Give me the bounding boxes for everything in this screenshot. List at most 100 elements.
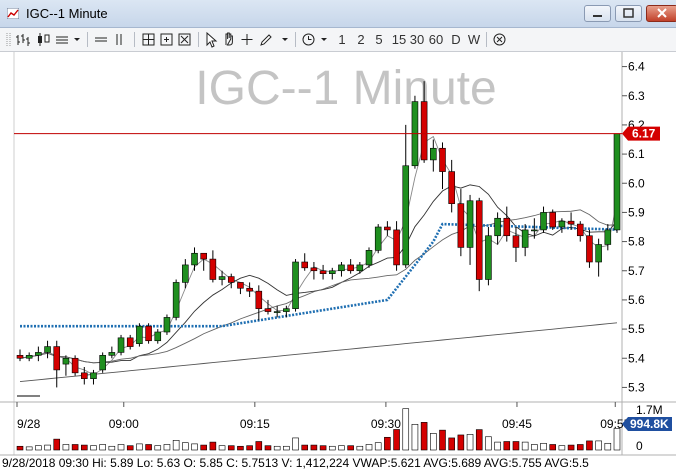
volume-bar: [567, 444, 575, 451]
volume-bar: [338, 445, 345, 451]
candle-body: [126, 337, 134, 347]
cancel-circle-icon[interactable]: [492, 31, 507, 48]
candle-body: [338, 264, 345, 272]
volume-bar: [71, 444, 79, 451]
volume-bar: [512, 441, 520, 451]
candle-body: [393, 229, 400, 266]
candle-body: [44, 346, 51, 353]
interval-2m[interactable]: 2: [356, 31, 366, 48]
volume-bar: [35, 445, 42, 451]
volume-bar: [411, 423, 419, 451]
volume-bar: [209, 441, 217, 451]
candle-body: [485, 235, 492, 280]
clock-icon[interactable]: [301, 31, 316, 48]
volume-bar: [191, 443, 198, 451]
candle-body: [613, 133, 621, 231]
bar-style-icon[interactable]: [15, 31, 33, 48]
volume-axis-max: 1.7M: [636, 403, 663, 417]
interval-daily[interactable]: D: [450, 31, 462, 48]
candle-body: [191, 252, 198, 266]
candle-body: [576, 223, 584, 237]
close-button[interactable]: [646, 5, 676, 22]
volume-bar: [182, 442, 189, 451]
candle-body: [99, 355, 106, 371]
interval-1m[interactable]: 1: [337, 31, 347, 48]
restore-button[interactable]: [615, 5, 642, 22]
volume-bar: [200, 444, 207, 451]
volume-bar: [283, 445, 290, 451]
candle-body: [356, 264, 364, 272]
candle-body: [475, 200, 483, 280]
pan-hand-icon[interactable]: [222, 31, 236, 48]
candle-body: [71, 357, 79, 374]
candle-body: [430, 147, 437, 161]
candle-body: [439, 147, 446, 172]
volume-bar: [16, 445, 24, 451]
chevron-down-icon-2[interactable]: [280, 31, 290, 48]
interval-60m[interactable]: 60: [428, 31, 444, 48]
close-icon: [657, 8, 667, 18]
candle-body: [108, 352, 116, 356]
chevron-down-icon[interactable]: [72, 31, 82, 48]
crosshair-icon[interactable]: [240, 31, 254, 48]
volume-bar: [402, 408, 410, 451]
candle-body: [255, 290, 263, 309]
candle-body: [374, 226, 382, 251]
volume-bar: [90, 445, 97, 451]
candle-body: [466, 200, 474, 248]
price-axis-label: 5.4: [628, 351, 645, 365]
volume-bar: [521, 441, 529, 451]
candle-body: [62, 357, 70, 365]
minimize-icon: [593, 15, 602, 17]
candle-body: [319, 270, 327, 274]
horizontal-line-icon[interactable]: [94, 31, 108, 48]
volume-bar: [475, 429, 483, 451]
resize-icon[interactable]: [177, 31, 192, 48]
interval-30m[interactable]: 30: [409, 31, 425, 48]
candle-body: [604, 229, 612, 245]
minimize-button[interactable]: [584, 5, 611, 22]
candle-style-icon[interactable]: [36, 31, 52, 48]
volume-bar: [503, 441, 511, 451]
grid-icon[interactable]: [141, 31, 156, 48]
pencil-icon[interactable]: [259, 31, 273, 48]
candle-body: [448, 171, 455, 204]
volume-bar: [172, 440, 180, 451]
candle-body: [292, 261, 299, 309]
volume-axis-zero: 0: [636, 439, 643, 453]
candle-body: [90, 372, 97, 379]
price-axis-label: 5.9: [628, 205, 645, 219]
zoom-box-icon[interactable]: [159, 31, 174, 48]
line-style-icon[interactable]: [54, 31, 70, 48]
candle-body: [595, 244, 602, 263]
volume-bar: [328, 445, 336, 451]
interval-15m[interactable]: 15: [391, 31, 407, 48]
chevron-down-icon-3[interactable]: [319, 31, 329, 48]
price-axis-label: 5.7: [628, 264, 645, 278]
candle-body: [227, 276, 235, 283]
candle-body: [53, 346, 61, 371]
volume-bar: [154, 445, 162, 451]
price-chart[interactable]: IGC--1 Minute 6.46.36.26.16.05.95.85.75.…: [0, 52, 676, 470]
candle-body: [531, 229, 538, 232]
candle-body: [521, 229, 529, 248]
candle-body: [558, 220, 566, 228]
volume-bar: [62, 444, 70, 451]
candle-body: [540, 212, 547, 231]
time-axis-label: 09:15: [240, 417, 270, 431]
volume-bar: [466, 434, 474, 451]
interval-weekly[interactable]: W: [467, 31, 481, 48]
chart-container[interactable]: IGC--1 Minute 6.4 6.3 6.2 6.1 6.0 5.9 5.8 5.7 5.…: [0, 52, 676, 470]
volume-bar: [44, 444, 51, 451]
volume-bar: [613, 428, 621, 451]
price-axis-label: 5.5: [628, 322, 645, 336]
cursor-icon[interactable]: [204, 31, 218, 48]
candle-body: [154, 331, 162, 342]
volume-bar: [604, 442, 612, 451]
vertical-line-icon[interactable]: [112, 31, 126, 48]
volume-bar: [586, 440, 593, 451]
candle-body: [512, 235, 520, 248]
interval-5m[interactable]: 5: [374, 31, 384, 48]
volume-bar: [347, 445, 354, 451]
volume-bar: [264, 445, 272, 451]
